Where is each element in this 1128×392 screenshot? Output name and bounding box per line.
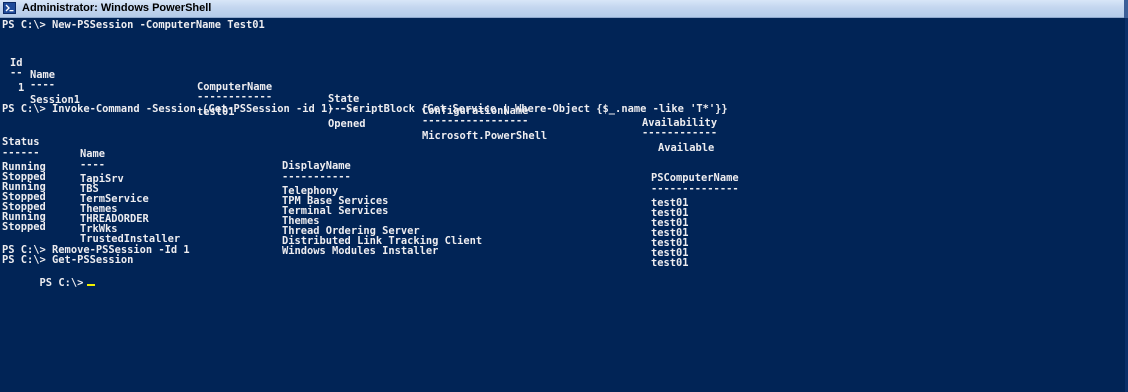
- cell-displayname: Windows Modules Installer: [282, 245, 439, 257]
- window-title: Administrator: Windows PowerShell: [22, 2, 212, 14]
- underline-computername: ------------: [197, 91, 273, 103]
- service-table-underline: ------ ---- ----------- --------------: [0, 135, 1128, 195]
- cell-pscomputername: test01: [651, 257, 689, 269]
- console-output[interactable]: PS C:\> New-PSSession -ComputerName Test…: [0, 18, 1128, 392]
- command-line-new-pssession: PS C:\> New-PSSession -ComputerName Test…: [2, 19, 265, 31]
- prompt-text: PS C:\>: [39, 277, 84, 289]
- session-table-underline: -- ---- ------------ ----- -------------…: [0, 55, 1128, 139]
- cell-status: Stopped: [2, 221, 46, 233]
- powershell-icon: [3, 2, 16, 14]
- title-bar-edge: [1124, 0, 1128, 18]
- prompt-line[interactable]: PS C:\>: [2, 265, 96, 289]
- powershell-window: Administrator: Windows PowerShell PS C:\…: [0, 0, 1128, 392]
- text-cursor: [87, 284, 96, 286]
- cell-id: 1: [18, 82, 25, 94]
- command-line-invoke-command: PS C:\> Invoke-Command -Session (Get-PSS…: [2, 103, 728, 115]
- service-row: Stopped TrustedInstaller Windows Modules…: [0, 209, 1128, 269]
- session-table-row: 1 Session1 test01 Opened Microsoft.Power…: [0, 70, 1128, 154]
- title-bar[interactable]: Administrator: Windows PowerShell: [0, 0, 1128, 18]
